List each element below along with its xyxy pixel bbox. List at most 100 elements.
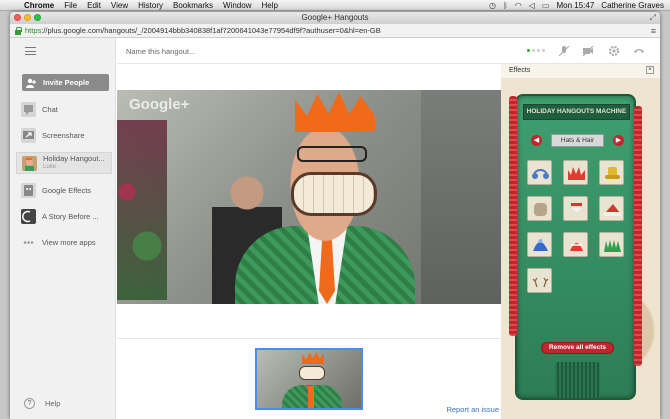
sidebar-item-label: Holiday Hangout... — [43, 154, 105, 163]
sidebar-item-view-more-apps[interactable]: View more apps — [16, 231, 112, 253]
connection-indicator — [527, 49, 545, 52]
clock[interactable]: Mon 15:47 — [556, 1, 594, 10]
menu-view[interactable]: View — [111, 1, 128, 10]
window-titlebar: Google+ Hangouts ⤢ — [10, 12, 660, 24]
next-category-button[interactable]: ▶ — [613, 135, 624, 146]
prev-category-button[interactable]: ◀ — [531, 135, 542, 146]
effect-tile-pudding-hat[interactable] — [563, 232, 588, 257]
sidebar-item-label: View more apps — [42, 237, 96, 247]
menu-app-chrome[interactable]: Chrome — [24, 1, 54, 10]
invite-people-button[interactable]: Invite People — [22, 74, 109, 91]
url-text[interactable]: https://plus.google.com/hangouts/_/20049… — [25, 26, 651, 35]
menu-bookmarks[interactable]: Bookmarks — [173, 1, 213, 10]
video-glasses — [297, 146, 367, 162]
menu-window[interactable]: Window — [223, 1, 251, 10]
menu-icon[interactable] — [25, 47, 36, 55]
close-window-button[interactable] — [14, 14, 21, 21]
participant-filmstrip: Report an issue — [117, 338, 501, 418]
category-selector: ◀ Hats & Hair ▶ — [531, 134, 624, 148]
tinsel-decoration — [509, 96, 517, 336]
browser-window: Google+ Hangouts ⤢ https://plus.google.c… — [10, 12, 660, 419]
machine-speaker-grille — [555, 362, 600, 398]
video-teeth-effect — [291, 172, 377, 216]
battery-icon[interactable]: ▭ — [542, 1, 550, 10]
video-crown-effect — [295, 92, 375, 132]
sidebar-item-chat[interactable]: Chat — [16, 98, 112, 120]
menu-history[interactable]: History — [138, 1, 163, 10]
holiday-app-icon — [22, 155, 37, 171]
sidebar-item-label: Chat — [42, 104, 58, 114]
sidebar-item-holiday-hangout[interactable]: Holiday Hangout... Luke — [16, 152, 112, 174]
effect-tile-santa-hat[interactable] — [599, 196, 624, 221]
report-issue-link[interactable]: Report an issue — [446, 405, 499, 414]
close-effects-icon[interactable]: × — [646, 66, 654, 74]
effects-title: Effects — [509, 67, 531, 74]
effect-tile-fur-hat[interactable] — [527, 196, 552, 221]
video-background-shelf — [421, 90, 501, 304]
effects-header: Effects × — [501, 64, 660, 78]
volume-icon[interactable]: ◁ — [529, 1, 535, 10]
effect-tile-reindeer-antlers[interactable] — [527, 268, 552, 293]
mute-video-icon[interactable] — [582, 45, 594, 57]
time-machine-icon[interactable]: ◷ — [489, 1, 496, 10]
video-plant — [117, 120, 167, 300]
effect-tile-crown[interactable] — [563, 160, 588, 185]
lock-icon — [14, 26, 22, 35]
tinsel-decoration — [634, 106, 642, 366]
help-link[interactable]: ? Help — [24, 398, 60, 409]
remove-all-effects-button[interactable]: Remove all effects — [541, 342, 614, 354]
google-plus-watermark: Google+ — [129, 96, 190, 113]
machine-title: HOLIDAY HANGOUTS MACHINE — [523, 104, 630, 120]
signal-dot — [542, 49, 545, 52]
app-sidebar: Invite People Chat Screenshare Holiday H… — [10, 38, 116, 419]
story-icon — [21, 208, 36, 224]
zoom-window-button[interactable] — [34, 14, 41, 21]
signal-dot — [532, 49, 535, 52]
effect-tile-earmuffs[interactable] — [527, 160, 552, 185]
url-scheme: https — [25, 26, 42, 35]
screenshare-icon — [21, 127, 36, 143]
hangout-name-input[interactable]: Name this hangout... — [126, 47, 195, 56]
sidebar-item-google-effects[interactable]: Google Effects — [16, 179, 112, 201]
sidebar-item-a-story-before[interactable]: A Story Before ... — [16, 205, 112, 227]
effect-tile-santa-beard[interactable] — [563, 196, 588, 221]
participant-thumbnail[interactable] — [255, 348, 363, 410]
fullscreen-icon[interactable]: ⤢ — [650, 12, 656, 24]
sidebar-item-text: Holiday Hangout... Luke — [43, 155, 105, 171]
signal-dot — [537, 49, 540, 52]
bluetooth-icon[interactable]: ᛒ — [503, 1, 508, 10]
sidebar-item-label: A Story Before ... — [42, 211, 99, 221]
effect-tile-green-tinsel[interactable] — [599, 232, 624, 257]
menu-edit[interactable]: Edit — [87, 1, 101, 10]
mac-menubar: Chrome File Edit View History Bookmarks … — [0, 0, 670, 11]
wifi-icon[interactable]: ◠ — [515, 1, 522, 10]
add-person-icon — [26, 78, 37, 88]
effect-tile-blue-beanie[interactable] — [527, 232, 552, 257]
hangout-toolbar: Name this hangout... — [117, 38, 660, 64]
window-controls — [14, 14, 41, 21]
sidebar-item-screenshare[interactable]: Screenshare — [16, 124, 112, 146]
help-icon: ? — [24, 398, 35, 409]
address-bar[interactable]: https://plus.google.com/hangouts/_/20049… — [10, 24, 660, 38]
window-title: Google+ Hangouts — [301, 13, 369, 22]
more-apps-icon — [21, 235, 36, 250]
thumb-crown — [302, 352, 324, 364]
effect-tile-gold-hat[interactable] — [599, 160, 624, 185]
menubar-status-area: ◷ ᛒ ◠ ◁ ▭ Mon 15:47 Catherine Graves — [489, 0, 664, 11]
user-name[interactable]: Catherine Graves — [601, 1, 664, 10]
wrench-menu-icon[interactable]: ≡ — [651, 26, 656, 36]
effects-icon — [21, 182, 36, 198]
hangouts-app: Invite People Chat Screenshare Holiday H… — [10, 38, 660, 419]
sidebar-item-sublabel: Luke — [43, 164, 57, 170]
minimize-window-button[interactable] — [24, 14, 31, 21]
settings-gear-icon[interactable] — [608, 45, 620, 57]
menu-file[interactable]: File — [64, 1, 77, 10]
help-label: Help — [45, 399, 61, 408]
main-video-feed: Google+ — [117, 90, 501, 304]
hang-up-icon[interactable] — [633, 45, 645, 57]
holiday-machine: HOLIDAY HANGOUTS MACHINE ◀ Hats & Hair ▶ — [509, 94, 642, 400]
main-area: Name this hangout... Google+ Report an i… — [117, 38, 660, 419]
mute-mic-icon[interactable] — [558, 45, 570, 57]
menu-help[interactable]: Help — [261, 1, 277, 10]
invite-people-label: Invite People — [43, 78, 90, 87]
